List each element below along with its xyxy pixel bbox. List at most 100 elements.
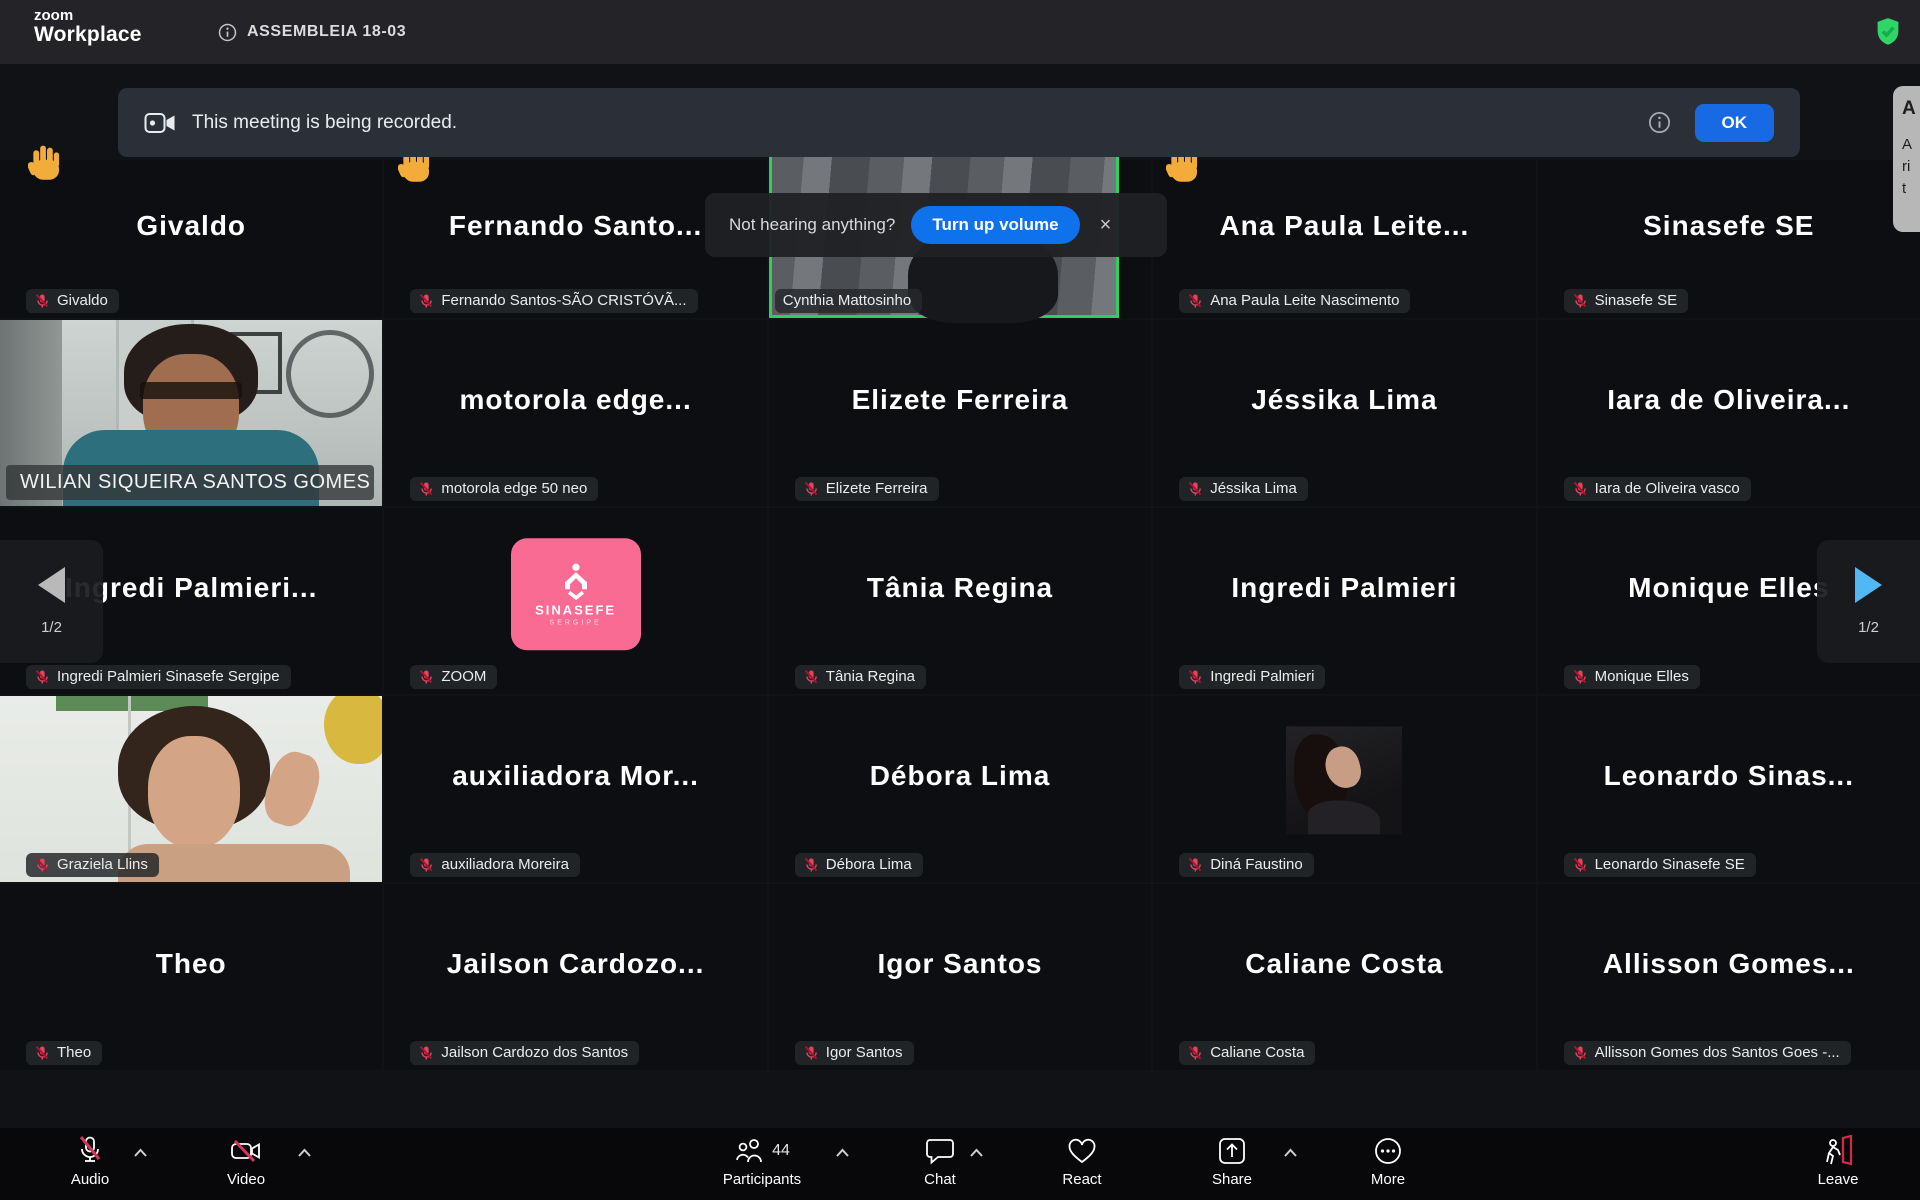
participant-tile[interactable]: Tânia Regina Tânia Regina — [769, 508, 1151, 694]
participant-name-tag: Monique Elles — [1564, 665, 1700, 689]
participants-options-chevron[interactable] — [835, 1148, 850, 1158]
turn-up-volume-button[interactable]: Turn up volume — [911, 206, 1079, 244]
mic-muted-icon — [34, 857, 50, 873]
mic-muted-icon — [34, 669, 50, 685]
participant-tile[interactable]: motorola edge... motorola edge 50 neo — [384, 320, 766, 506]
chat-icon — [925, 1136, 955, 1166]
camera-muted-icon — [230, 1136, 262, 1166]
leave-button[interactable]: Leave — [1778, 1134, 1898, 1188]
mic-muted-icon — [1187, 857, 1203, 873]
meeting-title: ASSEMBLEIA 18-03 — [247, 23, 406, 41]
leave-door-icon — [1822, 1135, 1854, 1167]
mic-muted-icon — [418, 1045, 434, 1061]
participant-gallery: Givaldo Givaldo Fernando Santo... Fernan… — [0, 160, 1920, 1070]
mic-muted-icon — [418, 669, 434, 685]
sinasefe-logo: SINASEFE SERGIPE — [511, 538, 641, 650]
participant-tile[interactable]: auxiliadora Mor... auxiliadora Moreira — [384, 696, 766, 882]
mic-muted-icon — [1187, 481, 1203, 497]
recording-camera-icon — [144, 110, 176, 136]
mic-muted-icon — [34, 1045, 50, 1061]
more-button[interactable]: More — [1328, 1134, 1448, 1188]
participant-tile-photo[interactable]: Diná Faustino — [1153, 696, 1535, 882]
participant-tile[interactable]: Theo Theo — [0, 884, 382, 1070]
ok-button[interactable]: OK — [1695, 104, 1775, 142]
participant-tile-video[interactable]: WILIAN SIQUEIRA SANTOS GOMES — [0, 320, 382, 506]
participant-name-tag: Ana Paula Leite Nascimento — [1179, 289, 1410, 313]
gold-balloon — [324, 696, 382, 764]
participant-tile[interactable]: Ana Paula Leite... Ana Paula Leite Nasci… — [1153, 160, 1535, 318]
participant-name-tag: Ingredi Palmieri Sinasefe Sergipe — [26, 665, 291, 689]
participant-tile[interactable]: Débora Lima Débora Lima — [769, 696, 1151, 882]
mic-muted-icon — [1187, 669, 1203, 685]
participant-tile[interactable]: Igor Santos Igor Santos — [769, 884, 1151, 1070]
participant-name-tag: Graziela Llins — [26, 853, 159, 877]
page-indicator: 1/2 — [41, 619, 62, 636]
info-icon[interactable] — [1648, 111, 1671, 134]
share-options-chevron[interactable] — [1283, 1148, 1298, 1158]
participant-name-tag: Jailson Cardozo dos Santos — [410, 1041, 639, 1065]
logo-line-zoom: zoom — [34, 8, 142, 24]
profile-photo — [1286, 726, 1402, 834]
participant-tile-video[interactable]: Graziela Llins — [0, 696, 382, 882]
previous-page-button[interactable]: 1/2 — [0, 540, 103, 663]
chat-button[interactable]: Chat — [880, 1134, 1000, 1188]
heart-icon — [1066, 1136, 1098, 1166]
participant-name-tag: Caliane Costa — [1179, 1041, 1315, 1065]
participant-name-tag: Fernando Santos-SÃO CRISTÓVÃ... — [410, 289, 697, 313]
bicycle-wheel — [286, 330, 374, 418]
participant-tile[interactable]: Ingredi Palmieri Ingredi Palmieri — [1153, 508, 1535, 694]
mic-muted-icon — [1572, 481, 1588, 497]
participant-name-tag: Iara de Oliveira vasco — [1564, 477, 1751, 501]
participants-button[interactable]: 44 Participants — [702, 1134, 822, 1188]
chevron-left-icon — [38, 567, 65, 603]
video-button[interactable]: Video — [186, 1134, 306, 1188]
chat-options-chevron[interactable] — [969, 1148, 984, 1158]
participant-name-tag: Débora Lima — [795, 853, 923, 877]
info-icon — [218, 23, 237, 42]
page-indicator: 1/2 — [1858, 619, 1879, 636]
participant-name-tag: motorola edge 50 neo — [410, 477, 598, 501]
mic-muted-icon — [803, 857, 819, 873]
participants-icon — [734, 1136, 766, 1166]
logo-line-workplace: Workplace — [34, 24, 142, 46]
participant-tile[interactable]: Jailson Cardozo... Jailson Cardozo dos S… — [384, 884, 766, 1070]
participant-tile-logo[interactable]: SINASEFE SERGIPE ZOOM — [384, 508, 766, 694]
mic-muted-icon — [418, 293, 434, 309]
volume-tooltip: Not hearing anything? Turn up volume × — [705, 193, 1167, 257]
side-panel-fragment[interactable]: A A ri t — [1893, 86, 1920, 232]
meeting-toolbar: Audio Video — [0, 1128, 1920, 1200]
participant-name-tag: Ingredi Palmieri — [1179, 665, 1325, 689]
share-button[interactable]: Share — [1172, 1134, 1292, 1188]
react-button[interactable]: React — [1022, 1134, 1142, 1188]
security-shield-icon[interactable] — [1874, 17, 1902, 47]
participant-tile[interactable]: Sinasefe SE Sinasefe SE — [1538, 160, 1920, 318]
audio-button[interactable]: Audio — [30, 1134, 150, 1188]
participants-count: 44 — [772, 1142, 790, 1160]
participant-name-tag: Tânia Regina — [795, 665, 926, 689]
audio-options-chevron[interactable] — [133, 1148, 148, 1158]
participant-tile[interactable]: Leonardo Sinas... Leonardo Sinasefe SE — [1538, 696, 1920, 882]
participant-name-tag: Jéssika Lima — [1179, 477, 1308, 501]
participant-name-tag: Elizete Ferreira — [795, 477, 939, 501]
recording-banner: This meeting is being recorded. OK — [118, 88, 1800, 157]
participant-name-tag: auxiliadora Moreira — [410, 853, 580, 877]
close-icon[interactable]: × — [1100, 214, 1112, 237]
video-options-chevron[interactable] — [297, 1148, 312, 1158]
participant-tile[interactable]: Iara de Oliveira... Iara de Oliveira vas… — [1538, 320, 1920, 506]
participant-name-tag: Theo — [26, 1041, 102, 1065]
mic-muted-icon — [34, 293, 50, 309]
mic-muted-icon — [1572, 857, 1588, 873]
participant-tile[interactable]: Jéssika Lima Jéssika Lima — [1153, 320, 1535, 506]
mic-muted-icon — [1572, 293, 1588, 309]
next-page-button[interactable]: 1/2 — [1817, 540, 1920, 663]
participant-tile[interactable]: Caliane Costa Caliane Costa — [1153, 884, 1535, 1070]
meeting-info[interactable]: ASSEMBLEIA 18-03 — [218, 0, 406, 64]
participant-name-tag: Allisson Gomes dos Santos Goes -... — [1564, 1041, 1851, 1065]
participant-name-tag: Givaldo — [26, 289, 119, 313]
participant-tile[interactable]: Allisson Gomes... Allisson Gomes dos San… — [1538, 884, 1920, 1070]
mic-muted-icon — [1187, 1045, 1203, 1061]
participant-tile[interactable]: Elizete Ferreira Elizete Ferreira — [769, 320, 1151, 506]
participant-name-tag: Cynthia Mattosinho — [775, 289, 922, 313]
mic-muted-icon — [418, 857, 434, 873]
participant-name-tag: Igor Santos — [795, 1041, 914, 1065]
